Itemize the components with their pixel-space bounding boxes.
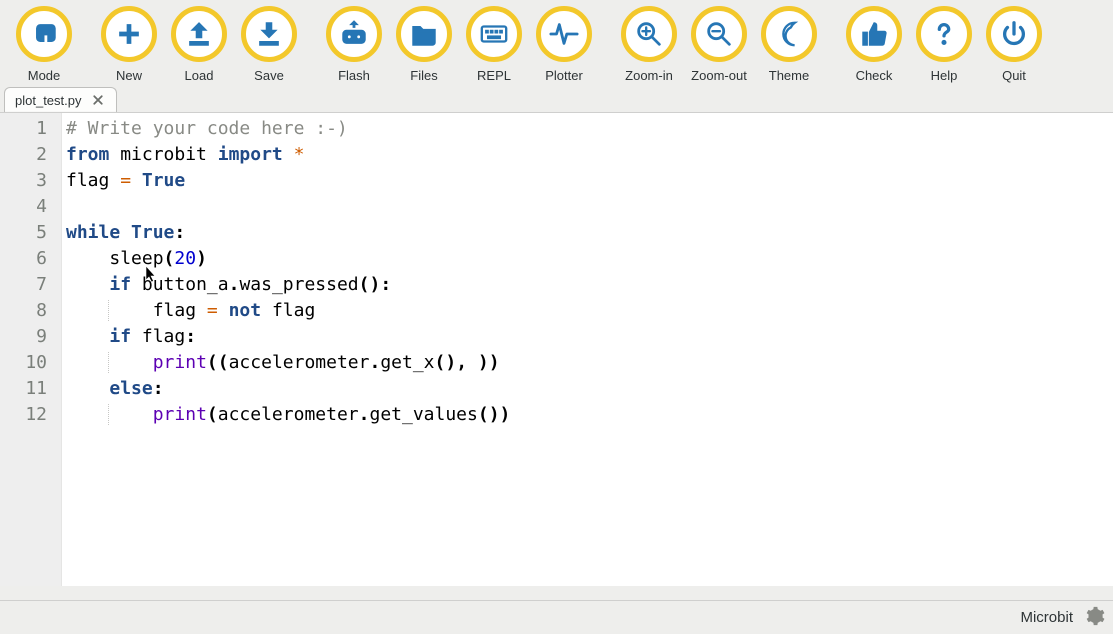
code-line[interactable] (66, 194, 1113, 220)
pulse-icon (536, 6, 592, 62)
line-number: 11 (0, 376, 61, 402)
line-number: 2 (0, 142, 61, 168)
toolbar: Mode New Load Save Flash Files REPL Plotter Zoom… (0, 0, 1113, 87)
check-button[interactable]: Check (842, 6, 906, 83)
line-number: 12 (0, 402, 61, 428)
close-icon[interactable] (90, 92, 106, 108)
line-number: 4 (0, 194, 61, 220)
moon-icon (761, 6, 817, 62)
help-label: Help (931, 68, 958, 83)
repl-button[interactable]: REPL (462, 6, 526, 83)
code-line[interactable]: while True: (66, 220, 1113, 246)
code-line[interactable]: flag = True (66, 168, 1113, 194)
line-number: 5 (0, 220, 61, 246)
repl-label: REPL (477, 68, 511, 83)
code-line[interactable]: if button_a.was_pressed(): (66, 272, 1113, 298)
quit-button[interactable]: Quit (982, 6, 1046, 83)
mode-icon (16, 6, 72, 62)
load-button[interactable]: Load (167, 6, 231, 83)
flash-button[interactable]: Flash (322, 6, 386, 83)
line-number: 10 (0, 350, 61, 376)
thumbs-up-icon (846, 6, 902, 62)
files-label: Files (410, 68, 437, 83)
plotter-button[interactable]: Plotter (532, 6, 596, 83)
load-label: Load (185, 68, 214, 83)
zoomin-button[interactable]: Zoom-in (617, 6, 681, 83)
status-mode-label: Microbit (1020, 609, 1073, 626)
code-line[interactable]: # Write your code here :-) (66, 116, 1113, 142)
theme-button[interactable]: Theme (757, 6, 821, 83)
code-line[interactable]: from microbit import * (66, 142, 1113, 168)
code-line[interactable]: sleep(20) (66, 246, 1113, 272)
code-line[interactable]: flag = not flag (66, 298, 1113, 324)
line-number: 7 (0, 272, 61, 298)
line-number: 6 (0, 246, 61, 272)
zoomout-button[interactable]: Zoom-out (687, 6, 751, 83)
save-button[interactable]: Save (237, 6, 301, 83)
tab-plot-test[interactable]: plot_test.py (4, 87, 117, 112)
theme-label: Theme (769, 68, 809, 83)
line-number: 3 (0, 168, 61, 194)
tab-label: plot_test.py (15, 93, 82, 108)
code-line[interactable]: print(accelerometer.get_values()) (66, 402, 1113, 428)
code-editor[interactable]: 123456789101112 # Write your code here :… (0, 112, 1113, 586)
upload-icon (171, 6, 227, 62)
keyboard-icon (466, 6, 522, 62)
line-number: 8 (0, 298, 61, 324)
robot-down-icon (326, 6, 382, 62)
save-label: Save (254, 68, 284, 83)
plotter-label: Plotter (545, 68, 583, 83)
help-button[interactable]: Help (912, 6, 976, 83)
files-button[interactable]: Files (392, 6, 456, 83)
code-area[interactable]: # Write your code here :-)from microbit … (62, 113, 1113, 586)
zoomin-label: Zoom-in (625, 68, 673, 83)
status-bar: Microbit (0, 600, 1113, 634)
code-line[interactable]: print((accelerometer.get_x(), )) (66, 350, 1113, 376)
question-icon (916, 6, 972, 62)
zoom-out-icon (691, 6, 747, 62)
line-number: 9 (0, 324, 61, 350)
check-label: Check (856, 68, 893, 83)
zoomout-label: Zoom-out (691, 68, 747, 83)
folder-robot-icon (396, 6, 452, 62)
code-line[interactable]: if flag: (66, 324, 1113, 350)
power-icon (986, 6, 1042, 62)
gear-icon[interactable] (1083, 605, 1105, 631)
download-icon (241, 6, 297, 62)
code-line[interactable]: else: (66, 376, 1113, 402)
mode-button[interactable]: Mode (12, 6, 76, 83)
plus-icon (101, 6, 157, 62)
quit-label: Quit (1002, 68, 1026, 83)
new-label: New (116, 68, 142, 83)
mode-label: Mode (28, 68, 61, 83)
tab-bar: plot_test.py (0, 87, 1113, 112)
zoom-in-icon (621, 6, 677, 62)
flash-label: Flash (338, 68, 370, 83)
line-number: 1 (0, 116, 61, 142)
new-button[interactable]: New (97, 6, 161, 83)
line-number-gutter: 123456789101112 (0, 113, 62, 586)
